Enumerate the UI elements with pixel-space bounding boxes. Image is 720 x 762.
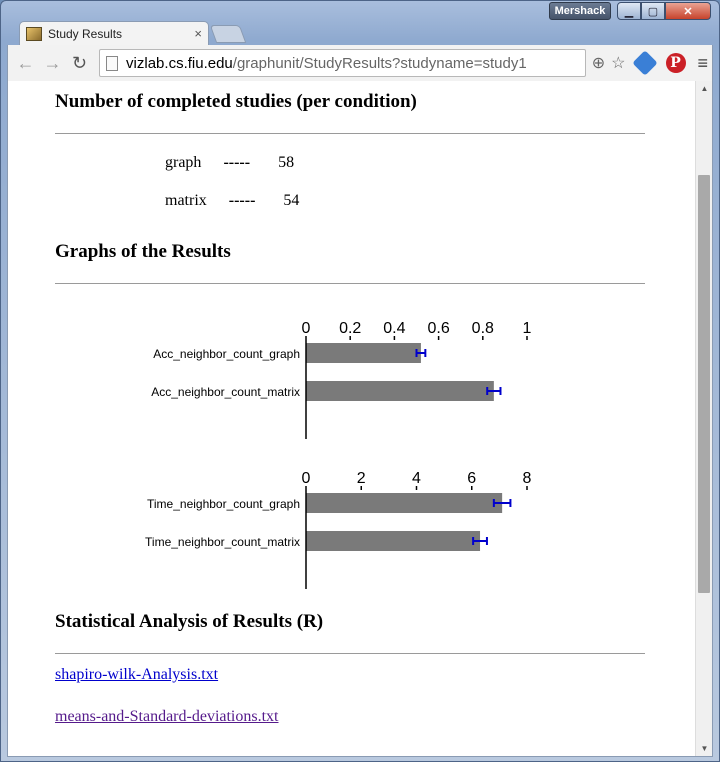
category-label: Acc_neighbor_count_matrix: [151, 385, 300, 399]
scroll-up-icon[interactable]: ▲: [696, 81, 712, 97]
tab-title: Study Results: [48, 26, 123, 41]
data-bar: [306, 381, 494, 401]
scroll-thumb[interactable]: [698, 175, 710, 593]
data-bar: [306, 343, 421, 363]
browser-toolbar: ← → ↻ vizlab.cs.fiu.edu/graphunit/StudyR…: [7, 45, 713, 81]
close-icon[interactable]: ✕: [665, 2, 711, 20]
condition-count: 58: [278, 154, 295, 171]
window-controls: ▁ ▢ ✕: [617, 2, 711, 20]
divider: [55, 653, 645, 654]
condition-separator: -----: [228, 192, 256, 209]
tab-study-results[interactable]: Study Results ×: [19, 21, 209, 45]
scroll-down-icon[interactable]: ▼: [696, 741, 712, 756]
data-bar: [306, 531, 481, 551]
x-tick-label: 0.4: [383, 320, 405, 337]
x-tick-label: 0: [302, 320, 311, 337]
accuracy-chart: 0 0.2 0.4 0.6 0.8 1 Acc_neighbor_count_graph Ac…: [151, 320, 532, 439]
address-bar[interactable]: vizlab.cs.fiu.edu/graphunit/StudyResults…: [99, 49, 586, 77]
condition-separator: -----: [223, 154, 251, 171]
condition-count: 54: [283, 192, 300, 209]
data-bar: [306, 493, 503, 513]
minimize-icon[interactable]: ▁: [617, 2, 641, 20]
category-label: Time_neighbor_count_matrix: [145, 535, 300, 549]
x-tick-label: 2: [357, 470, 366, 487]
tab-close-icon[interactable]: ×: [194, 26, 202, 41]
x-tick-label: 1: [523, 320, 532, 337]
bookmark-star-icon[interactable]: ☆: [611, 53, 625, 73]
category-label: Acc_neighbor_count_graph: [153, 347, 300, 361]
profile-badge[interactable]: Mershack: [549, 2, 611, 20]
pinterest-icon[interactable]: P: [665, 53, 686, 73]
page-viewport: Number of completed studies (per conditi…: [7, 81, 713, 757]
means-stddev-link[interactable]: means-and-Standard-deviations.txt: [55, 708, 279, 726]
back-icon[interactable]: ←: [12, 49, 39, 77]
extension-icon[interactable]: [631, 50, 658, 76]
x-tick-label: 6: [467, 470, 476, 487]
condition-name: graph: [165, 154, 202, 171]
browser-window: Mershack ▁ ▢ ✕ Study Results × ← → ↻ viz…: [0, 0, 720, 762]
favicon-icon: [26, 26, 42, 41]
x-tick-label: 0.6: [427, 320, 449, 337]
x-tick-label: 0.8: [472, 320, 494, 337]
x-tick-label: 4: [412, 470, 421, 487]
url-host: vizlab.cs.fiu.edu: [126, 54, 233, 72]
condition-row-matrix: matrix ----- 54: [165, 192, 299, 210]
url-path: /graphunit/StudyResults?studyname=study1: [232, 54, 527, 72]
time-chart: 0 2 4 6 8 Time_neighbor_count_graph Time_neigh…: [145, 470, 532, 589]
divider: [55, 133, 645, 134]
divider: [55, 283, 645, 284]
zoom-icon[interactable]: ⊕: [592, 53, 605, 73]
completed-heading: Number of completed studies (per conditi…: [55, 91, 417, 112]
maximize-icon[interactable]: ▢: [641, 2, 665, 20]
vertical-scrollbar[interactable]: ▲ ▼: [695, 81, 712, 756]
condition-name: matrix: [165, 192, 207, 209]
reload-icon[interactable]: ↻: [66, 49, 93, 77]
stats-heading: Statistical Analysis of Results (R): [55, 611, 324, 632]
page-icon: [106, 55, 119, 71]
category-label: Time_neighbor_count_graph: [147, 497, 300, 511]
forward-icon[interactable]: →: [39, 49, 66, 77]
menu-icon[interactable]: ≡: [698, 53, 709, 74]
new-tab-button[interactable]: [209, 25, 247, 43]
x-tick-label: 8: [523, 470, 532, 487]
shapiro-wilk-link[interactable]: shapiro-wilk-Analysis.txt: [55, 666, 218, 684]
graphs-heading: Graphs of the Results: [55, 241, 231, 262]
condition-row-graph: graph ----- 58: [165, 154, 294, 172]
x-tick-label: 0: [302, 470, 311, 487]
x-tick-label: 0.2: [339, 320, 361, 337]
